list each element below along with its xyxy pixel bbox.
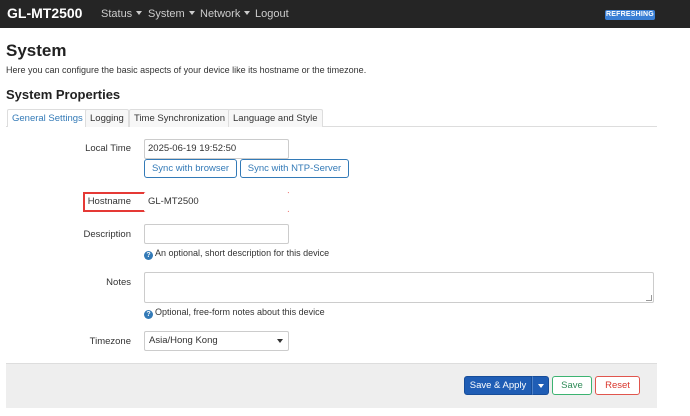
nav-menu-status-label: Status bbox=[101, 8, 133, 20]
save-button[interactable]: Save bbox=[552, 376, 592, 395]
timezone-select[interactable]: Asia/Hong Kong bbox=[144, 331, 289, 351]
chevron-down-icon bbox=[188, 11, 195, 16]
chevron-down-icon bbox=[277, 339, 283, 343]
page-title: System bbox=[6, 41, 67, 60]
local-time-field[interactable]: 2025-06-19 19:52:50 bbox=[144, 139, 289, 159]
nav-menu-status[interactable]: Status bbox=[101, 8, 143, 20]
description-help-text: An optional, short description for this … bbox=[155, 248, 330, 258]
nav-menu-network[interactable]: Network bbox=[200, 8, 251, 20]
notes-help-text: Optional, free-form notes about this dev… bbox=[155, 307, 325, 317]
reset-button[interactable]: Reset bbox=[595, 376, 640, 395]
notes-help: ? Optional, free-form notes about this de… bbox=[144, 307, 325, 319]
save-and-apply-dropdown-toggle[interactable] bbox=[532, 376, 549, 395]
hostname-field[interactable]: GL-MT2500 bbox=[144, 192, 289, 212]
tab-logging[interactable]: Logging bbox=[85, 109, 129, 127]
local-time-label: Local Time bbox=[85, 143, 131, 154]
sync-with-ntp-button[interactable]: Sync with NTP-Server bbox=[240, 159, 349, 178]
question-circle-icon: ? bbox=[144, 251, 153, 260]
timezone-selected-value: Asia/Hong Kong bbox=[149, 335, 218, 346]
section-title: System Properties bbox=[6, 87, 121, 102]
notes-label: Notes bbox=[106, 277, 131, 288]
page-description: Here you can configure the basic aspects… bbox=[6, 65, 367, 75]
resize-handle-icon[interactable] bbox=[646, 295, 652, 301]
description-field[interactable] bbox=[144, 224, 289, 244]
tab-language-and-style[interactable]: Language and Style bbox=[228, 109, 323, 127]
save-and-apply-button[interactable]: Save & Apply bbox=[464, 376, 532, 395]
sync-with-browser-button[interactable]: Sync with browser bbox=[144, 159, 237, 178]
refreshing-badge[interactable]: REFRESHING bbox=[605, 10, 655, 20]
description-help: ? An optional, short description for this… bbox=[144, 248, 329, 260]
notes-textarea[interactable] bbox=[144, 272, 654, 303]
nav-menu-network-label: Network bbox=[200, 8, 241, 20]
nav-logout-link[interactable]: Logout bbox=[255, 8, 289, 20]
tab-time-synchronization[interactable]: Time Synchronization bbox=[129, 109, 230, 127]
chevron-down-icon bbox=[244, 11, 251, 16]
nav-menu-system-label: System bbox=[148, 8, 185, 20]
chevron-down-icon bbox=[136, 11, 143, 16]
top-navbar: GL-MT2500 Status System Network Logout R… bbox=[0, 0, 690, 28]
caret-down-icon bbox=[538, 384, 544, 388]
nav-menu-system[interactable]: System bbox=[148, 8, 195, 20]
question-circle-icon: ? bbox=[144, 310, 153, 319]
hostname-label: Hostname bbox=[87, 196, 131, 207]
description-label: Description bbox=[83, 229, 131, 240]
brand-title[interactable]: GL-MT2500 bbox=[7, 5, 82, 21]
tab-general-settings[interactable]: General Settings bbox=[7, 109, 88, 127]
timezone-label: Timezone bbox=[89, 336, 131, 347]
